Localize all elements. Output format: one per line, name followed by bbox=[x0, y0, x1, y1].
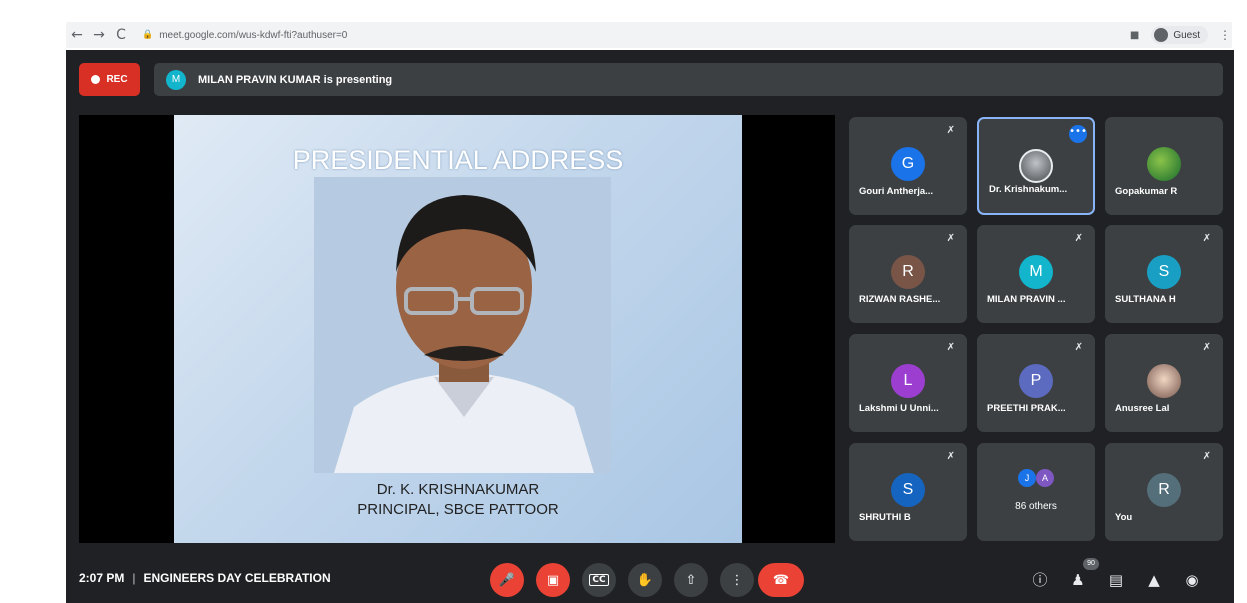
mic-off-icon: 🎤 bbox=[498, 572, 516, 588]
raise-hand-button[interactable]: ✋ bbox=[628, 563, 662, 597]
others-tile[interactable]: J A 86 others bbox=[977, 443, 1095, 541]
camera-toggle-button[interactable]: ▣ bbox=[536, 563, 570, 597]
slide-speaker-name: Dr. K. KRISHNAKUMAR bbox=[376, 481, 540, 498]
participant-name: Gopakumar R bbox=[1115, 186, 1178, 197]
captions-button[interactable]: CC bbox=[582, 563, 616, 597]
mic-off-icon: ✗ bbox=[946, 125, 955, 136]
participant-tile[interactable]: ✗ P PREETHI PRAK... bbox=[977, 334, 1095, 432]
record-dot-icon bbox=[91, 75, 101, 84]
participant-photo-avatar bbox=[1147, 364, 1181, 398]
camera-off-icon: ▣ bbox=[546, 572, 560, 588]
participant-name: PREETHI PRAK... bbox=[987, 403, 1066, 414]
reload-icon[interactable]: C bbox=[110, 27, 132, 43]
mic-off-icon: ✗ bbox=[1202, 451, 1211, 462]
participant-name: RIZWAN RASHE... bbox=[859, 294, 941, 305]
participant-name: MILAN PRAVIN ... bbox=[987, 294, 1066, 305]
participant-name: SHRUTHI B bbox=[859, 512, 911, 523]
meeting-time: 2:07 PM bbox=[79, 571, 125, 585]
mic-off-icon: ✗ bbox=[946, 233, 955, 244]
participant-name: Lakshmi U Unni... bbox=[859, 403, 939, 414]
others-avatar: J bbox=[1018, 469, 1036, 487]
divider: | bbox=[132, 571, 136, 585]
participant-tile-active[interactable]: ••• Dr. Krishnakum... bbox=[977, 117, 1095, 215]
profile-avatar-icon bbox=[1154, 28, 1169, 42]
participant-avatar: P bbox=[1019, 364, 1053, 398]
participant-avatar: S bbox=[891, 473, 925, 507]
presenting-text: MILAN PRAVIN KUMAR is presenting bbox=[198, 73, 393, 86]
participant-count-badge: 90 bbox=[1083, 558, 1099, 570]
presenter-avatar: M bbox=[166, 69, 186, 90]
more-options-button[interactable]: ⋮ bbox=[720, 563, 754, 597]
captions-icon: CC bbox=[589, 574, 609, 586]
profile-button[interactable]: Guest bbox=[1151, 26, 1208, 44]
slide-speaker-role: PRINCIPAL, SBCE PATTOOR bbox=[357, 501, 559, 518]
meet-window: REC M MILAN PRAVIN KUMAR is presenting P… bbox=[66, 50, 1234, 603]
leave-call-icon: ☎ bbox=[772, 572, 790, 588]
profile-label: Guest bbox=[1173, 29, 1200, 41]
lock-icon: 🔒 bbox=[142, 30, 154, 40]
mic-off-icon: ✗ bbox=[946, 451, 955, 462]
meeting-details: 2:07 PM | ENGINEERS DAY CELEBRATION bbox=[79, 571, 331, 585]
people-icon[interactable]: ♟ bbox=[1066, 568, 1090, 592]
presentation-slide: PRESIDENTIAL ADDRESS Dr. K. KRISHNAKUMAR… bbox=[174, 115, 742, 543]
participant-photo-avatar bbox=[1147, 147, 1181, 181]
mic-off-icon: ✗ bbox=[1202, 342, 1211, 353]
presenting-banner: M MILAN PRAVIN KUMAR is presenting bbox=[154, 63, 1223, 96]
browser-menu-icon[interactable]: ⋮ bbox=[1218, 28, 1232, 42]
slide-title: PRESIDENTIAL ADDRESS bbox=[292, 145, 624, 175]
mic-toggle-button[interactable]: 🎤 bbox=[490, 563, 524, 597]
leave-call-button[interactable]: ☎ bbox=[758, 563, 804, 597]
participant-name: SULTHANA H bbox=[1115, 294, 1176, 305]
participant-tile[interactable]: ✗ S SHRUTHI B bbox=[849, 443, 967, 541]
host-controls-icon[interactable]: ◉ bbox=[1180, 568, 1204, 592]
participant-avatar: S bbox=[1147, 255, 1181, 289]
participant-avatar: G bbox=[891, 147, 925, 181]
participant-tile[interactable]: ✗ L Lakshmi U Unni... bbox=[849, 334, 967, 432]
browser-toolbar: ← → C 🔒 meet.google.com/wus-kdwf-fti?aut… bbox=[66, 22, 1232, 48]
mic-off-icon: ✗ bbox=[1202, 233, 1211, 244]
self-name: You bbox=[1115, 512, 1133, 523]
more-options-icon: ⋮ bbox=[730, 572, 744, 588]
mic-off-icon: ✗ bbox=[1074, 233, 1083, 244]
participant-name: Dr. Krishnakum... bbox=[989, 184, 1068, 195]
chat-icon[interactable]: ▤ bbox=[1104, 568, 1128, 592]
meeting-title: ENGINEERS DAY CELEBRATION bbox=[143, 571, 331, 585]
participant-avatar: L bbox=[891, 364, 925, 398]
participant-avatar: M bbox=[1019, 255, 1053, 289]
speaker-photo bbox=[314, 177, 611, 473]
info-icon[interactable]: ⓘ bbox=[1028, 568, 1052, 592]
forward-icon[interactable]: → bbox=[88, 27, 110, 43]
participant-tile[interactable]: ✗ R RIZWAN RASHE... bbox=[849, 225, 967, 323]
more-options-icon[interactable]: ••• bbox=[1069, 125, 1087, 143]
mic-off-icon: ✗ bbox=[946, 342, 955, 353]
self-avatar: R bbox=[1147, 473, 1181, 507]
participant-tile[interactable]: Gopakumar R bbox=[1105, 117, 1223, 215]
participant-photo-avatar bbox=[1019, 149, 1053, 183]
presentation-stage[interactable]: PRESIDENTIAL ADDRESS Dr. K. KRISHNAKUMAR… bbox=[79, 115, 835, 543]
participant-name: Anusree Lal bbox=[1115, 403, 1170, 414]
present-icon: ⇧ bbox=[685, 572, 697, 588]
mic-off-icon: ✗ bbox=[1074, 342, 1083, 353]
activities-icon[interactable]: ▲ bbox=[1142, 568, 1166, 592]
others-avatars: J A bbox=[1018, 469, 1054, 487]
others-count-label: 86 others bbox=[1015, 501, 1057, 512]
raise-hand-icon: ✋ bbox=[636, 572, 654, 588]
camera-indicator-icon[interactable]: ■ bbox=[1130, 30, 1139, 41]
address-bar[interactable]: meet.google.com/wus-kdwf-fti?authuser=0 bbox=[159, 30, 1130, 41]
rec-label: REC bbox=[106, 74, 128, 85]
back-icon[interactable]: ← bbox=[66, 27, 88, 43]
participant-tile[interactable]: ✗ M MILAN PRAVIN ... bbox=[977, 225, 1095, 323]
others-avatar: A bbox=[1036, 469, 1054, 487]
present-button[interactable]: ⇧ bbox=[674, 563, 708, 597]
participant-tile[interactable]: ✗ S SULTHANA H bbox=[1105, 225, 1223, 323]
recording-indicator: REC bbox=[79, 63, 140, 96]
participant-tile[interactable]: ✗ Anusree Lal bbox=[1105, 334, 1223, 432]
self-tile[interactable]: ✗ R You bbox=[1105, 443, 1223, 541]
participant-tile[interactable]: ✗ G Gouri Antherja... bbox=[849, 117, 967, 215]
participant-avatar: R bbox=[891, 255, 925, 289]
participant-name: Gouri Antherja... bbox=[859, 186, 934, 197]
